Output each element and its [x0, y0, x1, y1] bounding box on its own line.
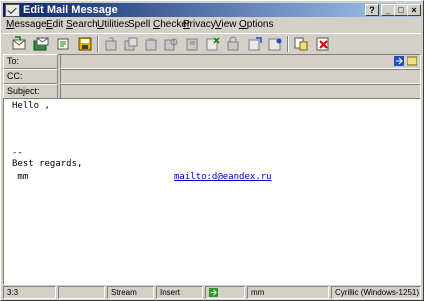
- save-send-icon[interactable]: [33, 36, 49, 52]
- menu-view[interactable]: View: [215, 18, 237, 32]
- menu-message[interactable]: Message: [6, 18, 47, 32]
- toolbar-separator: [97, 36, 99, 52]
- menu-edit[interactable]: Edit: [46, 18, 63, 32]
- greeting-line: Hello ,: [12, 101, 50, 111]
- minimize-button[interactable]: _: [381, 4, 395, 16]
- encoding: Cyrillic (Windows-1251): [331, 286, 421, 299]
- signature-separator: --: [12, 148, 23, 158]
- status-empty-panel: [58, 286, 105, 299]
- to-field-frame: [60, 54, 421, 69]
- spell-check-icon[interactable]: [205, 36, 221, 52]
- paste-icon[interactable]: [143, 36, 159, 52]
- cc-row: CC:: [3, 69, 421, 84]
- menu-search[interactable]: Search: [66, 18, 98, 32]
- subject-label: Subject:: [3, 84, 58, 99]
- maximize-button[interactable]: □: [394, 4, 408, 16]
- message-body[interactable]: Hello , -- Best regards, mm mailto:d@ean…: [3, 98, 421, 285]
- subject-field-frame: [60, 84, 421, 99]
- subject-field[interactable]: [62, 86, 382, 97]
- cc-field[interactable]: [62, 71, 382, 82]
- status-indicator-panel: [205, 286, 245, 299]
- cancel-icon[interactable]: [315, 36, 331, 52]
- signature-email-link[interactable]: mailto:d@eandex.ru: [174, 172, 272, 183]
- encrypt-icon[interactable]: [225, 36, 241, 52]
- insert-file-icon[interactable]: [293, 36, 309, 52]
- address-book-field-icon[interactable]: [406, 56, 418, 66]
- address-book-icon[interactable]: [267, 36, 283, 52]
- mail-app-icon: [5, 4, 20, 17]
- find-next-icon[interactable]: [185, 36, 201, 52]
- insert-mode: Insert: [156, 286, 203, 299]
- send-icon[interactable]: [11, 36, 27, 52]
- menu-options[interactable]: Options: [239, 18, 273, 32]
- cc-label: CC:: [3, 69, 58, 84]
- menu-privacy[interactable]: Privacy: [183, 18, 216, 32]
- format-mode: Stream: [107, 286, 154, 299]
- title-bar[interactable]: Edit Mail Message ? _ □ ×: [3, 3, 421, 17]
- sign-icon[interactable]: [247, 36, 263, 52]
- cursor-position: 3:3: [3, 286, 56, 299]
- toolbar: [3, 33, 421, 55]
- to-row: To:: [3, 54, 421, 69]
- to-field[interactable]: [62, 56, 382, 67]
- save-icon[interactable]: [77, 36, 93, 52]
- regards-line: Best regards,: [12, 159, 83, 169]
- attach-icon[interactable]: [55, 36, 71, 52]
- toolbar-separator: [287, 36, 289, 52]
- find-icon[interactable]: [163, 36, 179, 52]
- mail-editor-window: Edit Mail Message ? _ □ × Message Edit S…: [0, 0, 424, 301]
- help-button[interactable]: ?: [365, 4, 379, 16]
- status-green-icon: [209, 288, 218, 297]
- menu-utilities[interactable]: Utilities: [97, 18, 129, 32]
- copy-icon[interactable]: [123, 36, 139, 52]
- menu-bar: Message Edit Search Utilities Spell Chec…: [3, 18, 421, 32]
- cut-icon[interactable]: [103, 36, 119, 52]
- cc-field-frame: [60, 69, 421, 84]
- close-button[interactable]: ×: [407, 4, 421, 16]
- recipient-arrow-icon[interactable]: [394, 56, 404, 66]
- subject-row: Subject:: [3, 84, 421, 99]
- to-label: To:: [3, 54, 58, 69]
- user-name: mm: [247, 286, 329, 299]
- menu-spell-checker[interactable]: Spell Checker: [128, 18, 190, 32]
- status-bar: 3:3 Stream Insert mm Cyrillic (Windows-1…: [3, 286, 421, 299]
- window-title: Edit Mail Message: [23, 4, 118, 16]
- signature-name: mm: [12, 172, 29, 182]
